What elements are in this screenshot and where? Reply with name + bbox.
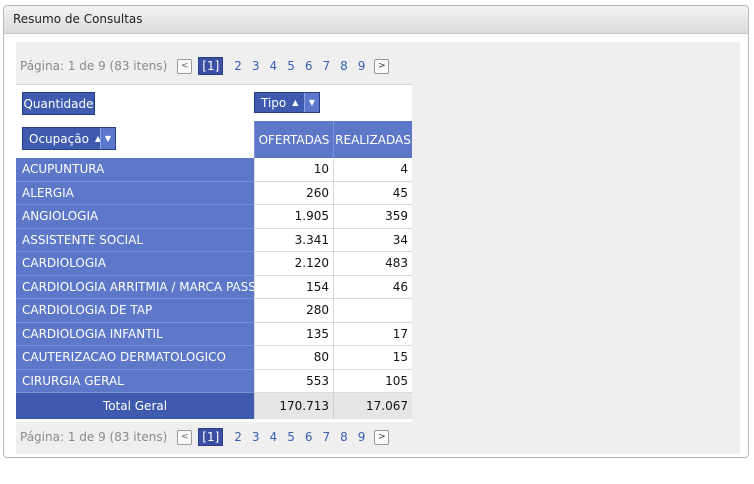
page-link[interactable]: 6 xyxy=(305,430,313,444)
total-ofertadas: 170.713 xyxy=(254,393,333,419)
table-row: CARDIOLOGIA DE TAP 280 xyxy=(16,299,412,323)
page-link[interactable]: 5 xyxy=(287,59,295,73)
cell-ofertadas: 260 xyxy=(254,181,333,205)
tipo-field-button[interactable]: Tipo ▲ ▼ xyxy=(254,92,320,113)
row-header[interactable]: ALERGIA xyxy=(16,181,254,205)
page-link[interactable]: 3 xyxy=(252,59,260,73)
total-row: Total Geral 170.713 17.067 xyxy=(16,393,412,419)
table-row: ACUPUNTURA 10 4 xyxy=(16,158,412,182)
ocupacao-label: Ocupação xyxy=(29,131,89,146)
cell-realizadas: 46 xyxy=(333,275,412,299)
pivot-content: Página: 1 de 9 (83 itens) < [1] 2 3 4 5 … xyxy=(16,42,740,454)
page-link[interactable]: 7 xyxy=(322,59,330,73)
table-row: ANGIOLOGIA 1.905 359 xyxy=(16,205,412,229)
total-realizadas: 17.067 xyxy=(333,393,412,419)
page-link[interactable]: 6 xyxy=(305,59,313,73)
current-page: [1] xyxy=(198,57,224,75)
ocupacao-field-button[interactable]: Ocupação ▲ ▼ xyxy=(22,127,116,150)
sort-asc-icon[interactable]: ▲ xyxy=(292,98,298,107)
cell-realizadas: 4 xyxy=(333,158,412,182)
row-header[interactable]: ANGIOLOGIA xyxy=(16,205,254,229)
pivot-grid: Quantidade Tipo ▲ ▼ Ocupação ▲ ▼ OFERTAD… xyxy=(16,84,412,422)
data-rows: ACUPUNTURA 10 4 ALERGIA 260 45 ANGIOLOGI… xyxy=(16,158,412,419)
cell-ofertadas: 135 xyxy=(254,322,333,346)
row-header[interactable]: CIRURGIA GERAL xyxy=(16,369,254,393)
filter-dropdown-icon[interactable]: ▼ xyxy=(304,93,319,112)
cell-ofertadas: 553 xyxy=(254,369,333,393)
next-page-button[interactable]: > xyxy=(374,58,390,74)
row-header[interactable]: ASSISTENTE SOCIAL xyxy=(16,228,254,252)
cell-ofertadas: 2.120 xyxy=(254,252,333,276)
page-link[interactable]: 2 xyxy=(234,430,242,444)
cell-ofertadas: 10 xyxy=(254,158,333,182)
total-label: Total Geral xyxy=(16,393,254,419)
pager-info: Página: 1 de 9 (83 itens) xyxy=(20,59,168,73)
table-row: CARDIOLOGIA 2.120 483 xyxy=(16,252,412,276)
page-link[interactable]: 4 xyxy=(270,430,278,444)
cell-ofertadas: 280 xyxy=(254,299,333,323)
pager-bottom: Página: 1 de 9 (83 itens) < [1] 2 3 4 5 … xyxy=(16,425,412,449)
prev-page-button[interactable]: < xyxy=(177,429,193,445)
quantidade-button[interactable]: Quantidade xyxy=(22,92,95,115)
prev-page-button[interactable]: < xyxy=(177,58,193,74)
table-row: CAUTERIZACAO DERMATOLOGICO 80 15 xyxy=(16,346,412,370)
column-header-ofertadas: OFERTADAS xyxy=(254,121,333,158)
tipo-label: Tipo xyxy=(261,95,287,110)
filter-dropdown-icon[interactable]: ▼ xyxy=(100,128,115,149)
pager-top: Página: 1 de 9 (83 itens) < [1] 2 3 4 5 … xyxy=(16,54,412,78)
current-page: [1] xyxy=(198,428,224,446)
pager-info: Página: 1 de 9 (83 itens) xyxy=(20,430,168,444)
row-header[interactable]: CARDIOLOGIA ARRITMIA / MARCA PASSO xyxy=(16,275,265,299)
summary-panel: Resumo de Consultas Página: 1 de 9 (83 i… xyxy=(3,5,749,458)
row-header[interactable]: CAUTERIZACAO DERMATOLOGICO xyxy=(16,346,254,370)
cell-realizadas xyxy=(333,299,412,323)
panel-title: Resumo de Consultas xyxy=(4,6,748,34)
page-link[interactable]: 9 xyxy=(358,59,366,73)
table-row: ASSISTENTE SOCIAL 3.341 34 xyxy=(16,228,412,252)
row-header[interactable]: CARDIOLOGIA DE TAP xyxy=(16,299,254,323)
table-row: CIRURGIA GERAL 553 105 xyxy=(16,369,412,393)
table-row: CARDIOLOGIA ARRITMIA / MARCA PASSO 154 4… xyxy=(16,275,412,299)
table-row: ALERGIA 260 45 xyxy=(16,181,412,205)
page-link[interactable]: 7 xyxy=(322,430,330,444)
page-link[interactable]: 8 xyxy=(340,59,348,73)
cell-ofertadas: 80 xyxy=(254,346,333,370)
next-page-button[interactable]: > xyxy=(374,429,390,445)
cell-realizadas: 34 xyxy=(333,228,412,252)
cell-realizadas: 105 xyxy=(333,369,412,393)
page-link[interactable]: 2 xyxy=(234,59,242,73)
cell-realizadas: 17 xyxy=(333,322,412,346)
table-row: CARDIOLOGIA INFANTIL 135 17 xyxy=(16,322,412,346)
page-link[interactable]: 8 xyxy=(340,430,348,444)
cell-realizadas: 45 xyxy=(333,181,412,205)
cell-ofertadas: 154 xyxy=(254,275,333,299)
cell-realizadas: 15 xyxy=(333,346,412,370)
cell-ofertadas: 3.341 xyxy=(254,228,333,252)
column-header-realizadas: REALIZADAS xyxy=(333,121,412,158)
cell-realizadas: 483 xyxy=(333,252,412,276)
row-header[interactable]: CARDIOLOGIA xyxy=(16,252,254,276)
page-link[interactable]: 5 xyxy=(287,430,295,444)
cell-ofertadas: 1.905 xyxy=(254,205,333,229)
row-header[interactable]: CARDIOLOGIA INFANTIL xyxy=(16,322,254,346)
page-link[interactable]: 3 xyxy=(252,430,260,444)
page-link[interactable]: 4 xyxy=(270,59,278,73)
cell-realizadas: 359 xyxy=(333,205,412,229)
page-link[interactable]: 9 xyxy=(358,430,366,444)
row-header[interactable]: ACUPUNTURA xyxy=(16,158,254,182)
